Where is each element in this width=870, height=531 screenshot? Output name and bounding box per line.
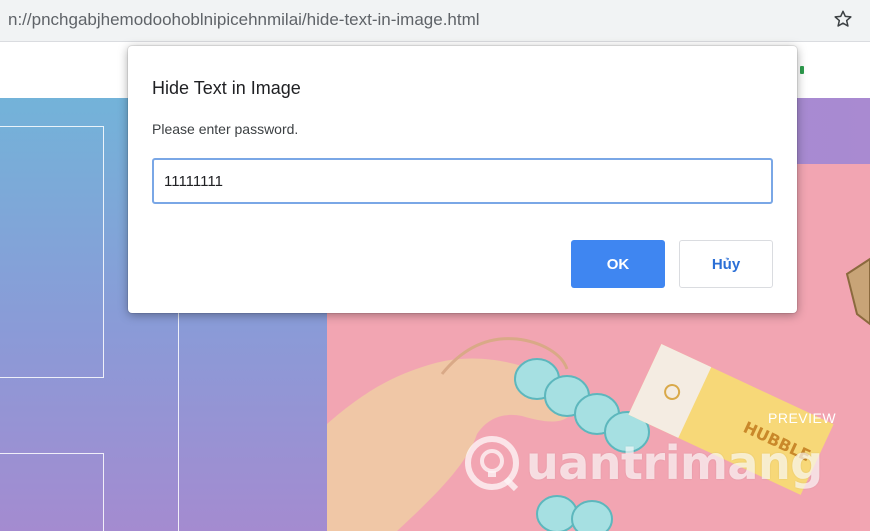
dialog-title: Hide Text in Image [152, 78, 301, 98]
decorative-outline [0, 453, 104, 531]
url-text[interactable]: n://pnchgabjhemodoohoblnipicehnmilai/hid… [8, 10, 480, 30]
decorative-outline [0, 126, 104, 378]
address-bar[interactable]: n://pnchgabjhemodoohoblnipicehnmilai/hid… [0, 0, 870, 42]
dialog-message: Please enter password. [152, 121, 299, 137]
watermark-text: uantrimang [526, 436, 823, 490]
decorative-outline [178, 298, 328, 531]
password-input[interactable] [152, 158, 773, 204]
extension-indicator [800, 66, 804, 74]
watermark: uantrimang [462, 428, 823, 498]
ok-button[interactable]: OK [571, 240, 665, 288]
quantrimang-logo-icon [465, 436, 519, 492]
password-dialog: Hide Text in Image Please enter password… [128, 46, 797, 313]
cancel-button[interactable]: Hủy [679, 240, 773, 288]
preview-label: PREVIEW [768, 410, 837, 426]
bookmark-star-icon[interactable] [830, 6, 856, 32]
